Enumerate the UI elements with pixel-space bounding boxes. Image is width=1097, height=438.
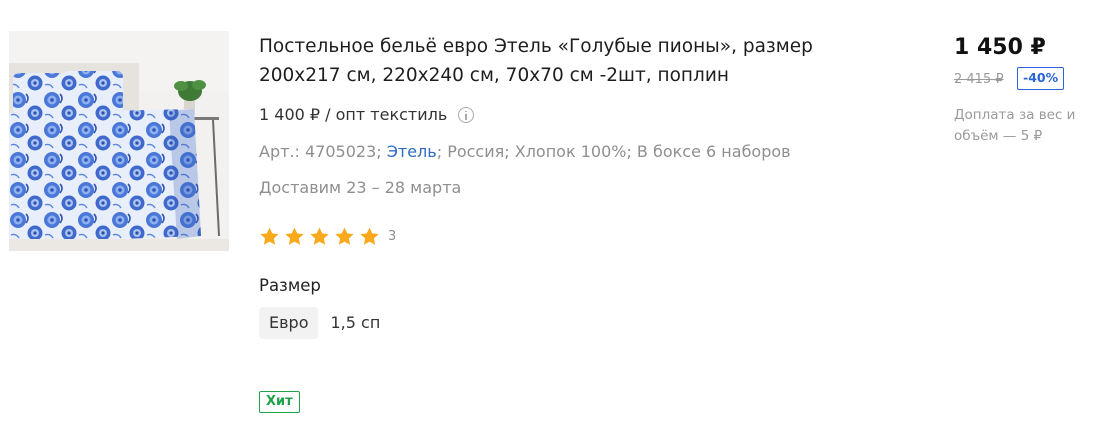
wholesale-price: 1 400 ₽ / опт текстиль [259, 102, 475, 128]
size-label: Размер [259, 276, 321, 295]
old-price: 2 415 ₽ [954, 72, 1004, 87]
info-circle-icon[interactable] [458, 107, 475, 123]
brand-link[interactable]: Этель [387, 142, 437, 161]
surcharge-info: Доплата за вес и объём — 5 ₽ [954, 107, 1076, 144]
size-options: Евро 1,5 сп [259, 307, 392, 339]
attributes-rest: ; Россия; Хлопок 100%; В боксе 6 наборов [436, 142, 791, 161]
rating[interactable]: 3 [259, 224, 396, 248]
star-icon [310, 227, 329, 245]
star-icon [335, 227, 354, 245]
star-icon [360, 227, 379, 245]
product-image[interactable] [9, 31, 229, 251]
product-attributes: Арт.: 4705023; Этель; Россия; Хлопок 100… [259, 139, 791, 165]
wholesale-price-text: 1 400 ₽ / опт текстиль [259, 105, 448, 124]
size-option-1-5[interactable]: 1,5 сп [320, 307, 390, 339]
hit-badge: Хит [259, 391, 300, 413]
discount-badge: -40% [1017, 67, 1065, 90]
article-info: Арт.: 4705023; [259, 142, 387, 161]
star-icon [285, 227, 304, 245]
product-card: Постельное бельё евро Этель «Голубые пио… [0, 0, 1097, 438]
bedding-photo [9, 31, 229, 251]
current-price: 1 450 ₽ [954, 35, 1046, 60]
size-option-euro[interactable]: Евро [259, 307, 319, 339]
star-icon [260, 227, 279, 245]
delivery-info: Доставим 23 – 28 марта [259, 178, 462, 197]
product-title[interactable]: Постельное бельё евро Этель «Голубые пио… [259, 32, 859, 90]
review-count[interactable]: 3 [388, 229, 396, 244]
